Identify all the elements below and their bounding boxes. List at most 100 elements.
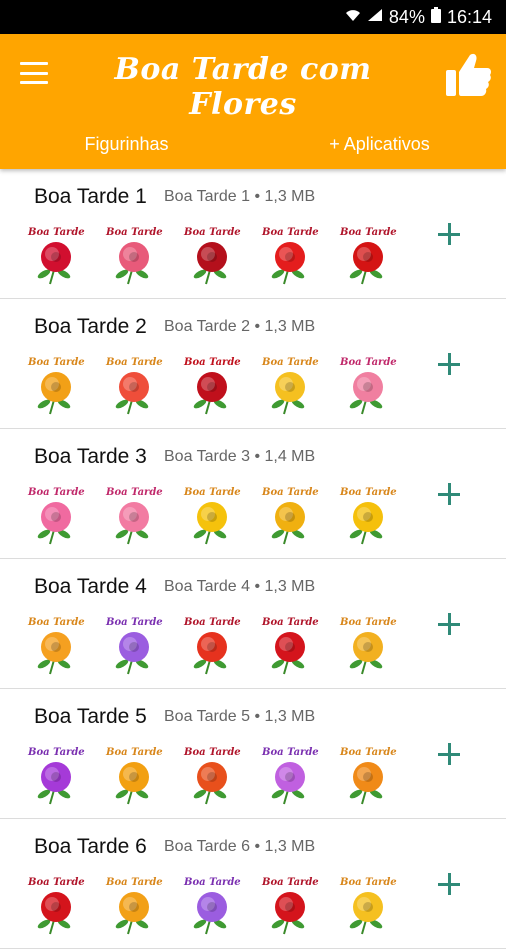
app-title: Boa Tarde com Flores (114, 52, 372, 122)
sticker-caption: Boa Tarde (106, 487, 163, 498)
sticker-caption: Boa Tarde (28, 617, 85, 628)
sticker-thumbnail: Boa Tarde (106, 487, 163, 545)
thumbs-up-icon[interactable] (444, 52, 492, 98)
sticker-caption: Boa Tarde (340, 487, 397, 498)
sticker-preview-row: Boa Tarde Boa Tarde Boa Tarde Boa Tarde Boa … (28, 227, 397, 285)
flower-icon (193, 762, 227, 805)
flower-icon (115, 372, 149, 415)
sticker-pack-row[interactable]: Boa Tarde 2 Boa Tarde 2 • 1,3 MB Boa Tarde… (0, 299, 506, 429)
wifi-icon (345, 8, 361, 27)
sticker-thumbnail: Boa Tarde (340, 357, 397, 415)
plus-icon[interactable] (436, 481, 462, 507)
sticker-thumbnail: Boa Tarde (184, 357, 241, 415)
sticker-caption: Boa Tarde (28, 747, 85, 758)
app-bar: Boa Tarde com Flores Figurinhas + Aplica… (0, 34, 506, 169)
flower-icon (271, 892, 305, 935)
pack-meta: Boa Tarde 5 • 1,3 MB (164, 708, 316, 725)
pack-name: Boa Tarde 2 (34, 315, 147, 338)
sticker-caption: Boa Tarde (184, 357, 241, 368)
sticker-caption: Boa Tarde (340, 747, 397, 758)
sticker-caption: Boa Tarde (106, 877, 163, 888)
sticker-pack-row[interactable]: Boa Tarde 6 Boa Tarde 6 • 1,3 MB Boa Tarde… (0, 819, 506, 949)
sticker-preview-row: Boa Tarde Boa Tarde Boa Tarde Boa Tarde Boa … (28, 617, 397, 675)
battery-percent: 84% (388, 6, 425, 27)
pack-meta: Boa Tarde 4 • 1,3 MB (164, 578, 316, 595)
tab-aplicativos[interactable]: + Aplicativos (253, 122, 506, 166)
plus-icon[interactable] (436, 871, 462, 897)
status-bar: 84% 16:14 (0, 0, 506, 34)
sticker-caption: Boa Tarde (262, 877, 319, 888)
sticker-pack-row[interactable]: Boa Tarde 1 Boa Tarde 1 • 1,3 MB Boa Tarde… (0, 169, 506, 299)
sticker-pack-row[interactable]: Boa Tarde 5 Boa Tarde 5 • 1,3 MB Boa Tarde… (0, 689, 506, 819)
pack-name: Boa Tarde 5 (34, 705, 147, 728)
flower-icon (193, 372, 227, 415)
sticker-thumbnail: Boa Tarde (262, 227, 319, 285)
plus-icon[interactable] (436, 221, 462, 247)
flower-icon (193, 892, 227, 935)
sticker-caption: Boa Tarde (340, 357, 397, 368)
sticker-thumbnail: Boa Tarde (340, 487, 397, 545)
menu-icon[interactable] (20, 62, 48, 84)
plus-icon[interactable] (436, 611, 462, 637)
flower-icon (193, 632, 227, 675)
sticker-thumbnail: Boa Tarde (262, 747, 319, 805)
sticker-caption: Boa Tarde (262, 487, 319, 498)
sticker-caption: Boa Tarde (262, 747, 319, 758)
sticker-caption: Boa Tarde (28, 227, 85, 238)
sticker-thumbnail: Boa Tarde (184, 487, 241, 545)
sticker-preview-row: Boa Tarde Boa Tarde Boa Tarde Boa Tarde Boa … (28, 747, 397, 805)
sticker-thumbnail: Boa Tarde (28, 357, 85, 415)
flower-icon (271, 502, 305, 545)
sticker-pack-row[interactable]: Boa Tarde 3 Boa Tarde 3 • 1,4 MB Boa Tarde… (0, 429, 506, 559)
battery-icon (430, 6, 441, 28)
sticker-pack-list: Boa Tarde 1 Boa Tarde 1 • 1,3 MB Boa Tarde… (0, 169, 506, 949)
flower-icon (193, 242, 227, 285)
sticker-thumbnail: Boa Tarde (262, 877, 319, 935)
sticker-thumbnail: Boa Tarde (184, 227, 241, 285)
sticker-thumbnail: Boa Tarde (106, 877, 163, 935)
flower-icon (271, 762, 305, 805)
pack-meta: Boa Tarde 6 • 1,3 MB (164, 838, 316, 855)
sticker-caption: Boa Tarde (106, 617, 163, 628)
sticker-thumbnail: Boa Tarde (28, 617, 85, 675)
sticker-caption: Boa Tarde (106, 357, 163, 368)
flower-icon (115, 762, 149, 805)
flower-icon (37, 502, 71, 545)
flower-icon (37, 892, 71, 935)
sticker-thumbnail: Boa Tarde (28, 487, 85, 545)
sticker-thumbnail: Boa Tarde (28, 747, 85, 805)
sticker-caption: Boa Tarde (28, 487, 85, 498)
sticker-thumbnail: Boa Tarde (28, 877, 85, 935)
sticker-preview-row: Boa Tarde Boa Tarde Boa Tarde Boa Tarde Boa … (28, 487, 397, 545)
sticker-thumbnail: Boa Tarde (184, 617, 241, 675)
sticker-caption: Boa Tarde (262, 357, 319, 368)
sticker-caption: Boa Tarde (184, 747, 241, 758)
sticker-thumbnail: Boa Tarde (184, 747, 241, 805)
pack-name: Boa Tarde 6 (34, 835, 147, 858)
sticker-thumbnail: Boa Tarde (262, 487, 319, 545)
sticker-caption: Boa Tarde (28, 877, 85, 888)
sticker-thumbnail: Boa Tarde (340, 227, 397, 285)
flower-icon (349, 762, 383, 805)
sticker-thumbnail: Boa Tarde (106, 357, 163, 415)
plus-icon[interactable] (436, 351, 462, 377)
sticker-pack-row[interactable]: Boa Tarde 4 Boa Tarde 4 • 1,3 MB Boa Tarde… (0, 559, 506, 689)
sticker-thumbnail: Boa Tarde (28, 227, 85, 285)
pack-meta: Boa Tarde 2 • 1,3 MB (164, 318, 316, 335)
tab-figurinhas[interactable]: Figurinhas (0, 122, 253, 166)
plus-icon[interactable] (436, 741, 462, 767)
sticker-preview-row: Boa Tarde Boa Tarde Boa Tarde Boa Tarde Boa … (28, 877, 397, 935)
sticker-caption: Boa Tarde (262, 227, 319, 238)
flower-icon (271, 372, 305, 415)
sticker-thumbnail: Boa Tarde (106, 227, 163, 285)
sticker-caption: Boa Tarde (340, 877, 397, 888)
flower-icon (349, 502, 383, 545)
pack-meta: Boa Tarde 1 • 1,3 MB (164, 188, 316, 205)
sticker-caption: Boa Tarde (28, 357, 85, 368)
flower-icon (115, 502, 149, 545)
sticker-caption: Boa Tarde (184, 617, 241, 628)
pack-name: Boa Tarde 3 (34, 445, 147, 468)
flower-icon (37, 762, 71, 805)
flower-icon (349, 892, 383, 935)
flower-icon (115, 892, 149, 935)
